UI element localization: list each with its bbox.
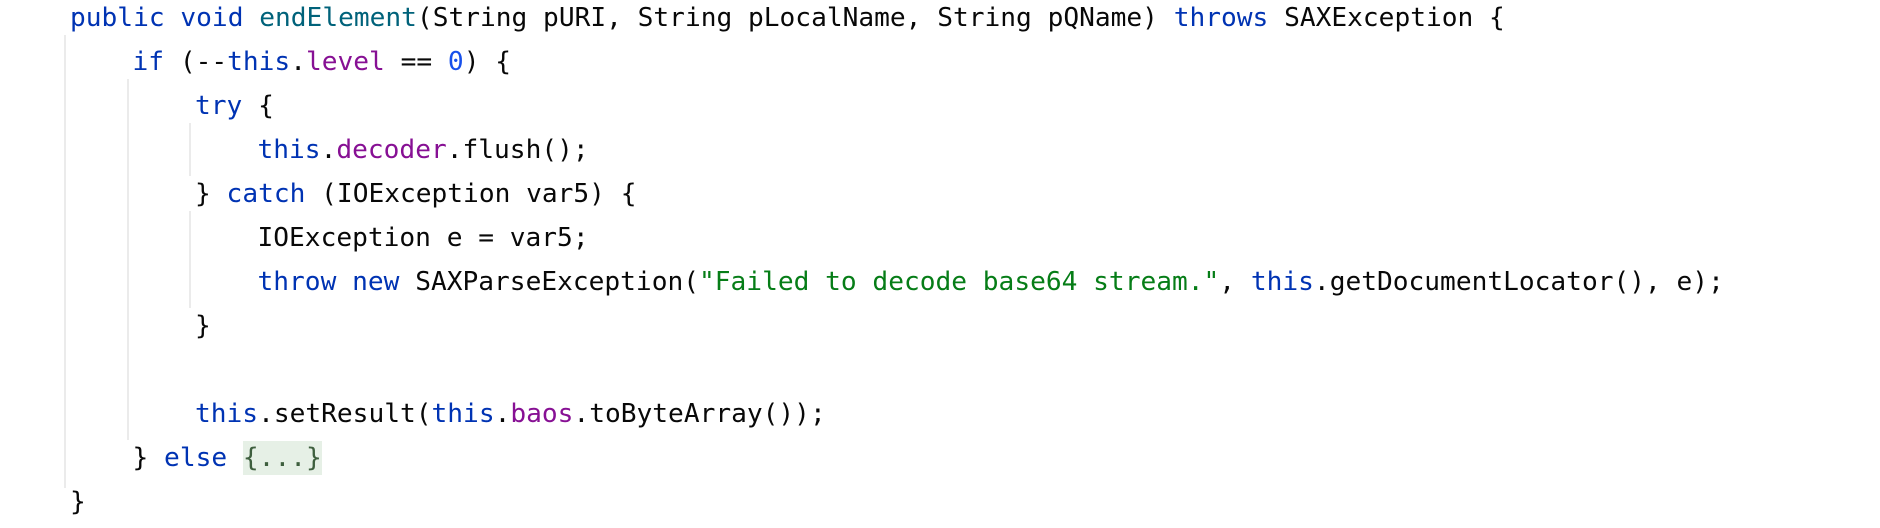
- code-token: this: [195, 399, 259, 429]
- indent-guide: [189, 123, 191, 176]
- code-token: .: [290, 47, 306, 77]
- code-token: throws: [1173, 3, 1269, 33]
- code-token: 0: [447, 47, 464, 77]
- code-line[interactable]: if (--this.level == 0) {: [133, 44, 512, 88]
- code-token: this: [1250, 267, 1314, 297]
- code-token: decoder: [336, 135, 447, 165]
- code-token: throw: [257, 267, 337, 297]
- code-token: if: [132, 47, 165, 77]
- code-token: }: [70, 487, 86, 517]
- code-token: IOException e = var5;: [257, 223, 589, 253]
- code-line[interactable]: }: [70, 484, 86, 528]
- code-token: new: [352, 267, 400, 297]
- code-token: public: [70, 3, 165, 33]
- code-token: (--: [164, 47, 228, 77]
- code-token: void: [180, 3, 244, 33]
- code-line[interactable]: } else {...}: [133, 440, 322, 484]
- code-editor[interactable]: public void endElement(String pURI, Stri…: [0, 0, 1880, 520]
- code-token: ==: [384, 47, 448, 77]
- code-token: .: [320, 135, 337, 165]
- code-token: }: [132, 443, 165, 473]
- code-token: endElement: [259, 3, 417, 33]
- indent-guide: [127, 79, 129, 440]
- code-token: .toByteArray());: [573, 399, 826, 429]
- code-line[interactable]: }: [195, 308, 211, 352]
- code-token: .setResult(: [258, 399, 432, 429]
- code-line[interactable]: throw new SAXParseException("Failed to d…: [258, 264, 1724, 308]
- indent-guide: [64, 35, 66, 489]
- code-token: }: [195, 311, 211, 341]
- code-line[interactable]: this.setResult(this.baos.toByteArray());: [195, 396, 826, 440]
- code-token: }: [195, 179, 227, 209]
- code-line[interactable]: try {: [195, 88, 274, 132]
- folded-block-toggle[interactable]: {...}: [242, 441, 322, 475]
- code-token: this: [431, 399, 495, 429]
- code-token: SAXParseException(: [399, 267, 699, 297]
- code-token: else: [164, 443, 228, 473]
- code-token: (IOException var5) {: [305, 179, 637, 209]
- code-line[interactable]: this.decoder.flush();: [258, 132, 589, 176]
- code-token: .: [494, 399, 511, 429]
- code-line[interactable]: public void endElement(String pURI, Stri…: [70, 0, 1505, 44]
- code-token: this: [257, 135, 321, 165]
- code-token: try: [195, 91, 243, 121]
- code-token: "Failed to decode base64 stream.": [699, 267, 1220, 297]
- code-token: baos: [510, 399, 574, 429]
- code-token: .getDocumentLocator(), e);: [1313, 267, 1724, 297]
- code-token: catch: [226, 179, 306, 209]
- code-token: this: [227, 47, 291, 77]
- indent-guide: [189, 211, 191, 308]
- code-token: level: [305, 47, 385, 77]
- code-token: (String pURI, String pLocalName, String …: [416, 3, 1174, 33]
- code-token: .flush();: [446, 135, 589, 165]
- code-token: SAXException {: [1268, 3, 1505, 33]
- code-token: ) {: [463, 47, 511, 77]
- code-line[interactable]: IOException e = var5;: [258, 220, 589, 264]
- code-token: {: [242, 91, 274, 121]
- code-line[interactable]: } catch (IOException var5) {: [195, 176, 636, 220]
- code-token: ,: [1219, 267, 1251, 297]
